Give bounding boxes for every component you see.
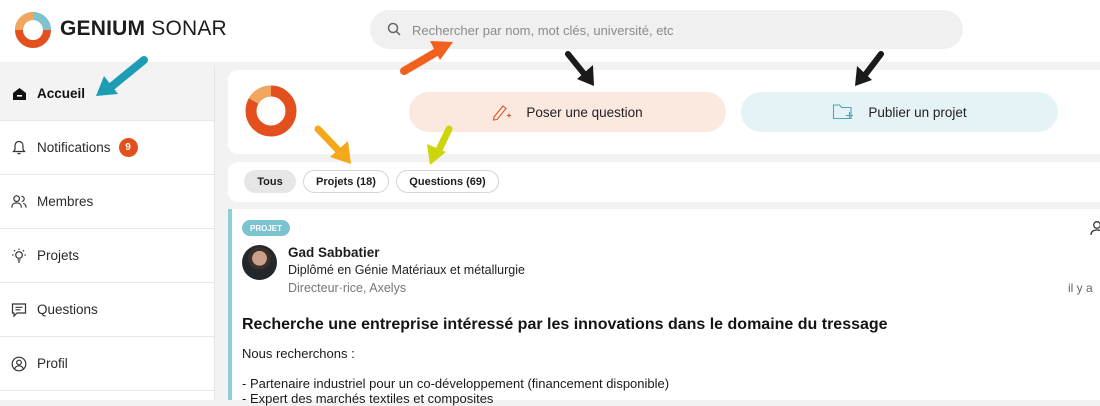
author-name[interactable]: Gad Sabbatier bbox=[288, 245, 380, 260]
sidebar-item-questions[interactable]: Questions bbox=[0, 283, 214, 337]
top-bar: GENIUM SONAR bbox=[0, 0, 1100, 62]
sidebar-item-label: Projets bbox=[37, 248, 80, 263]
post-body-item: - Partenaire industriel pour un co-dével… bbox=[242, 376, 670, 391]
post-body-intro: Nous recherchons : bbox=[242, 346, 355, 361]
sidebar-item-label: Accueil bbox=[37, 86, 86, 101]
feed-filter-bar: Tous Projets (18) Questions (69) bbox=[228, 162, 1100, 202]
folder-plus-icon bbox=[833, 104, 854, 120]
sidebar: Accueil Notifications 9 Membres Projets … bbox=[0, 67, 215, 400]
sidebar-item-label: Profil bbox=[37, 356, 68, 371]
sidebar-item-projets[interactable]: Projets bbox=[0, 229, 214, 283]
search-input[interactable] bbox=[410, 18, 944, 42]
user-logo-avatar[interactable] bbox=[244, 84, 298, 138]
pencil-plus-icon bbox=[493, 105, 512, 121]
author-role: Directeur·rice, Axelys bbox=[288, 281, 407, 295]
filter-projects-pill[interactable]: Projets (18) bbox=[303, 170, 389, 193]
author-avatar[interactable] bbox=[242, 245, 277, 280]
chat-icon bbox=[11, 302, 27, 318]
ask-question-button[interactable]: Poser une question bbox=[409, 92, 726, 132]
post-title[interactable]: Recherche une entreprise intéressé par l… bbox=[242, 316, 888, 334]
notification-count-badge: 9 bbox=[118, 138, 138, 157]
sidebar-item-notifications[interactable]: Notifications 9 bbox=[0, 121, 214, 175]
home-icon bbox=[11, 86, 27, 102]
post-body: Nous recherchons : - Partenaire industri… bbox=[242, 346, 669, 406]
filter-all-pill[interactable]: Tous bbox=[244, 170, 296, 193]
filter-questions-pill[interactable]: Questions (69) bbox=[396, 170, 499, 193]
sidebar-item-label: Membres bbox=[37, 194, 94, 209]
composer-card: Poser une question Publier un projet bbox=[228, 70, 1100, 154]
person-icon[interactable] bbox=[1090, 220, 1100, 236]
brand-name-bold: GENIUM bbox=[60, 17, 146, 40]
profile-icon bbox=[11, 356, 27, 372]
search-icon bbox=[387, 22, 401, 36]
sidebar-item-label: Questions bbox=[37, 302, 98, 317]
brand-name-light: SONAR bbox=[145, 17, 227, 40]
publish-project-label: Publier un projet bbox=[868, 104, 967, 120]
post-body-item: - Expert des marchés textiles et composi… bbox=[242, 391, 494, 406]
genium-logo[interactable] bbox=[14, 11, 52, 49]
bell-icon bbox=[11, 140, 27, 156]
post-timestamp: il y a bbox=[1068, 281, 1093, 295]
brand-name[interactable]: GENIUM SONAR bbox=[60, 17, 227, 41]
publish-project-button[interactable]: Publier un projet bbox=[741, 92, 1058, 132]
lightbulb-icon bbox=[11, 248, 27, 264]
search-bar[interactable] bbox=[370, 10, 963, 49]
post-type-tag: PROJET bbox=[242, 220, 291, 236]
author-degree: Diplômé en Génie Matériaux et métallurgi… bbox=[288, 263, 525, 277]
sidebar-item-membres[interactable]: Membres bbox=[0, 175, 214, 229]
sidebar-item-accueil[interactable]: Accueil bbox=[0, 67, 214, 121]
feed-post[interactable]: PROJET Gad Sabbatier Diplômé en Génie Ma… bbox=[228, 209, 1100, 406]
sidebar-item-profil[interactable]: Profil bbox=[0, 337, 214, 391]
ask-question-label: Poser une question bbox=[526, 104, 643, 120]
sidebar-item-label: Notifications bbox=[37, 140, 111, 155]
members-icon bbox=[11, 194, 27, 210]
